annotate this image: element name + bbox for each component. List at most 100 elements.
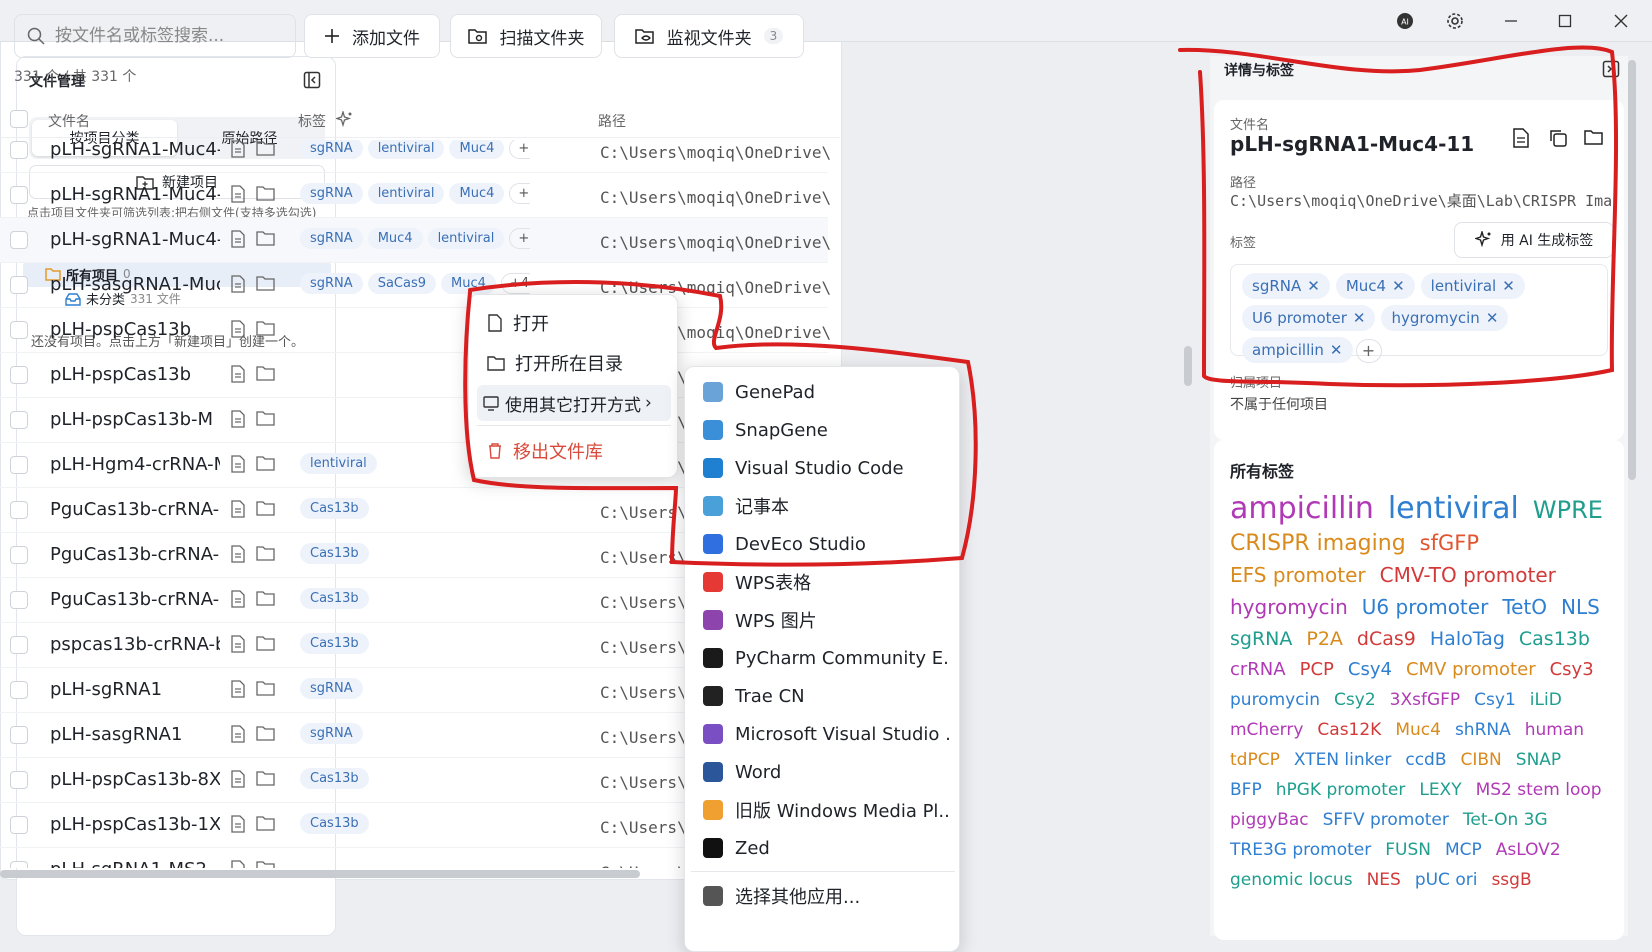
cloud-tag[interactable]: Cas13b bbox=[1519, 624, 1590, 654]
open-with-item[interactable]: DevEco Studio bbox=[691, 525, 949, 563]
cloud-tag[interactable]: shRNA bbox=[1455, 715, 1511, 745]
row-tag[interactable]: Muc4 bbox=[441, 273, 496, 294]
cloud-tag[interactable]: Csy3 bbox=[1550, 655, 1594, 685]
cloud-tag[interactable]: HaloTag bbox=[1430, 624, 1505, 654]
open-with-item[interactable]: WPS表格 bbox=[691, 563, 949, 601]
ai-icon[interactable]: AI bbox=[1390, 7, 1420, 35]
add-tag-button[interactable]: + bbox=[1355, 338, 1382, 363]
row-tag[interactable]: Muc4 bbox=[367, 228, 423, 249]
document-icon[interactable] bbox=[230, 410, 246, 428]
search-input[interactable] bbox=[55, 26, 295, 46]
row-tag[interactable]: Cas13b bbox=[300, 588, 369, 609]
row-tag[interactable]: sgRNA bbox=[300, 678, 363, 699]
folder-icon[interactable] bbox=[256, 545, 276, 561]
cloud-tag[interactable]: Cas12K bbox=[1317, 715, 1381, 745]
remove-tag-icon[interactable]: ✕ bbox=[1307, 277, 1320, 295]
document-icon[interactable] bbox=[230, 680, 246, 698]
watch-folder-button[interactable]: 监视文件夹 3 bbox=[614, 14, 804, 58]
document-icon[interactable] bbox=[230, 365, 246, 383]
document-icon[interactable] bbox=[230, 185, 246, 203]
cloud-tag[interactable]: TetO bbox=[1502, 592, 1547, 622]
row-checkbox[interactable] bbox=[10, 591, 28, 609]
row-tag[interactable]: lentiviral bbox=[427, 228, 505, 249]
folder-icon[interactable] bbox=[256, 365, 276, 381]
row-checkbox[interactable] bbox=[10, 411, 28, 429]
document-icon[interactable] bbox=[230, 635, 246, 653]
cloud-tag[interactable]: 3XsfGFP bbox=[1390, 685, 1461, 715]
row-checkbox[interactable] bbox=[10, 456, 28, 474]
open-with-item[interactable]: SnapGene bbox=[691, 411, 949, 449]
search-box[interactable] bbox=[14, 14, 296, 58]
row-checkbox[interactable] bbox=[10, 186, 28, 204]
open-with-item[interactable]: Trae CN bbox=[691, 677, 949, 715]
cloud-tag[interactable]: hPGK promoter bbox=[1276, 775, 1406, 805]
row-checkbox[interactable] bbox=[10, 546, 28, 564]
row-tag[interactable]: lentiviral bbox=[367, 140, 445, 159]
col-name-header[interactable]: 文件名 bbox=[48, 111, 90, 131]
menu-item-open-directory[interactable]: 打开所在目录 bbox=[477, 345, 671, 381]
tag-chip[interactable]: ampicillin ✕ bbox=[1242, 337, 1353, 363]
remove-tag-icon[interactable]: ✕ bbox=[1486, 309, 1499, 327]
cloud-tag[interactable]: tdPCP bbox=[1230, 745, 1280, 775]
document-icon[interactable] bbox=[230, 725, 246, 743]
document-icon[interactable] bbox=[230, 230, 246, 248]
row-checkbox[interactable] bbox=[10, 681, 28, 699]
tag-chip[interactable]: U6 promoter ✕ bbox=[1242, 305, 1376, 331]
row-checkbox[interactable] bbox=[10, 231, 28, 249]
cloud-tag[interactable]: piggyBac bbox=[1230, 805, 1309, 835]
collapse-sidebar-icon[interactable] bbox=[303, 71, 321, 93]
row-more-tags[interactable]: +3 bbox=[509, 183, 530, 204]
row-checkbox[interactable] bbox=[10, 141, 28, 159]
row-checkbox[interactable] bbox=[10, 276, 28, 294]
cloud-tag[interactable]: WPRE bbox=[1533, 495, 1603, 525]
cloud-tag[interactable]: SNAP bbox=[1516, 745, 1561, 775]
cloud-tag[interactable]: U6 promoter bbox=[1362, 592, 1489, 622]
folder-icon[interactable] bbox=[256, 590, 276, 606]
cloud-tag[interactable]: MS2 stem loop bbox=[1476, 775, 1602, 805]
cloud-tag[interactable]: LEXY bbox=[1419, 775, 1461, 805]
table-row[interactable]: pLH-sgRNA1-Muc4- sgRNAMuc4lentiviral+3 C… bbox=[0, 218, 830, 263]
open-with-item[interactable]: 选择其他应用... bbox=[691, 877, 949, 915]
cloud-tag[interactable]: CRISPR imaging bbox=[1230, 529, 1406, 559]
gear-icon[interactable] bbox=[1440, 7, 1470, 35]
row-checkbox[interactable] bbox=[10, 636, 28, 654]
document-icon[interactable] bbox=[230, 860, 246, 868]
cloud-tag[interactable]: CMV-TO promoter bbox=[1380, 560, 1556, 590]
open-with-item[interactable]: 旧版 Windows Media Pl... bbox=[691, 791, 949, 829]
remove-tag-icon[interactable]: ✕ bbox=[1392, 277, 1405, 295]
row-tag[interactable]: lentiviral bbox=[300, 453, 377, 474]
cloud-tag[interactable]: lentiviral bbox=[1388, 494, 1519, 524]
folder-icon[interactable] bbox=[256, 455, 276, 471]
sparkle-icon[interactable] bbox=[336, 111, 354, 129]
cloud-tag[interactable]: XTEN linker bbox=[1294, 745, 1392, 775]
row-checkbox[interactable] bbox=[10, 501, 28, 519]
cloud-tag[interactable]: Tet-On 3G bbox=[1463, 805, 1548, 835]
table-row[interactable]: pLH-sgRNA1-Muc4- sgRNAlentiviralMuc4+3 C… bbox=[0, 140, 830, 173]
cloud-tag[interactable]: PCP bbox=[1300, 655, 1334, 685]
close-icon[interactable] bbox=[1606, 7, 1636, 35]
open-folder-icon[interactable] bbox=[1584, 128, 1604, 146]
cloud-tag[interactable]: AsLOV2 bbox=[1496, 835, 1561, 865]
row-tag[interactable]: sgRNA bbox=[300, 723, 363, 744]
open-with-item[interactable]: GenePad bbox=[691, 373, 949, 411]
row-tag[interactable]: Muc4 bbox=[449, 183, 505, 204]
row-tag[interactable]: lentiviral bbox=[367, 183, 445, 204]
row-tag[interactable]: sgRNA bbox=[300, 228, 363, 249]
folder-icon[interactable] bbox=[256, 320, 276, 336]
open-with-item[interactable]: 记事本 bbox=[691, 487, 949, 525]
folder-icon[interactable] bbox=[256, 770, 276, 786]
cloud-tag[interactable]: NES bbox=[1367, 865, 1401, 895]
row-tag[interactable]: sgRNA bbox=[300, 273, 363, 294]
open-with-item[interactable]: Word bbox=[691, 753, 949, 791]
cloud-tag[interactable]: P2A bbox=[1306, 624, 1343, 654]
cloud-tag[interactable]: EFS promoter bbox=[1230, 560, 1366, 590]
remove-tag-icon[interactable]: ✕ bbox=[1502, 277, 1515, 295]
cloud-tag[interactable]: TRE3G promoter bbox=[1230, 835, 1371, 865]
row-more-tags[interactable]: +4 bbox=[500, 273, 530, 294]
remove-tag-icon[interactable]: ✕ bbox=[1330, 341, 1343, 359]
table-row[interactable]: pLH-pspCas13b C:\Users\moqiq\OneDrive\桌面 bbox=[0, 308, 830, 353]
row-checkbox[interactable] bbox=[10, 321, 28, 339]
cloud-tag[interactable]: hygromycin bbox=[1230, 592, 1348, 622]
cloud-tag[interactable]: NLS bbox=[1561, 592, 1600, 622]
row-checkbox[interactable] bbox=[10, 816, 28, 834]
